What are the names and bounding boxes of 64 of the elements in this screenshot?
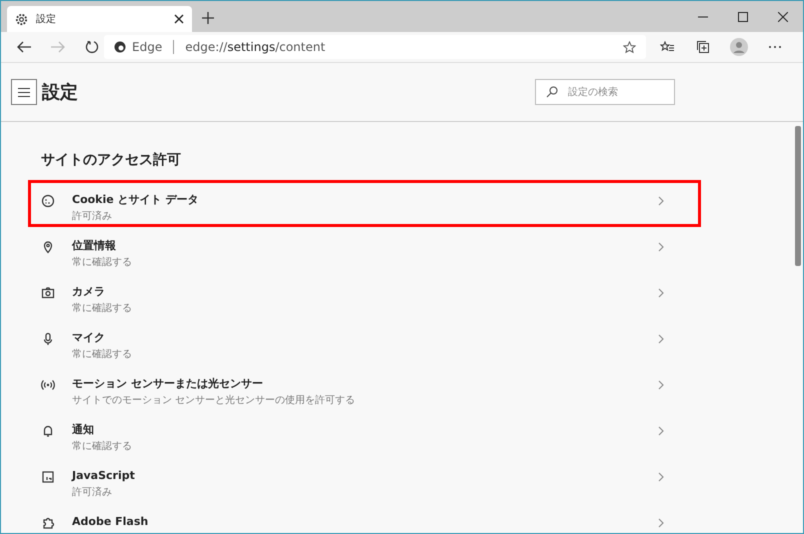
- browser-tab[interactable]: 設定: [7, 6, 192, 32]
- item-title: 通知: [72, 423, 95, 437]
- chevron-right-icon: [658, 426, 664, 436]
- collections-icon[interactable]: [696, 40, 710, 54]
- item-title: マイク: [72, 331, 106, 345]
- site-label: Edge: [132, 40, 162, 54]
- camera-icon: [41, 286, 55, 300]
- profile-avatar-icon[interactable]: [730, 38, 748, 56]
- chevron-right-icon: [658, 196, 664, 206]
- item-status: 常に確認する: [72, 257, 133, 269]
- star-icon[interactable]: [623, 40, 636, 54]
- settings-item[interactable]: 通知 常に確認する: [28, 410, 701, 457]
- settings-item[interactable]: 位置情報 常に確認する: [28, 226, 701, 273]
- settings-item[interactable]: JavaScript 許可済み: [28, 456, 701, 503]
- menu-button[interactable]: [11, 79, 37, 105]
- location-pin-icon: [41, 240, 55, 254]
- browser-logo-icon: [114, 41, 126, 53]
- settings-item[interactable]: Adobe Flash: [28, 502, 701, 533]
- more-icon[interactable]: [768, 45, 782, 49]
- sensor-waves-icon: [41, 378, 55, 392]
- item-status: 許可済み: [72, 487, 113, 499]
- puzzle-icon: [41, 516, 55, 530]
- chevron-right-icon: [658, 472, 664, 482]
- item-title: 位置情報: [72, 239, 117, 253]
- search-icon: [546, 86, 558, 98]
- address-bar[interactable]: Edge edge://settings/content: [104, 35, 646, 59]
- settings-item[interactable]: カメラ 常に確認する: [28, 272, 701, 319]
- item-title: Adobe Flash: [72, 515, 150, 529]
- close-icon[interactable]: [174, 14, 184, 24]
- chevron-right-icon: [658, 242, 664, 252]
- settings-icon: [15, 12, 28, 26]
- item-status: 常に確認する: [72, 441, 133, 453]
- settings-item[interactable]: マイク 常に確認する: [28, 318, 701, 365]
- back-arrow-icon[interactable]: [17, 41, 31, 53]
- favorites-icon[interactable]: [660, 40, 674, 54]
- menu-icon: [18, 88, 30, 96]
- new-tab-icon[interactable]: [202, 12, 214, 24]
- scrollbar-thumb[interactable]: [795, 126, 801, 266]
- refresh-icon[interactable]: [85, 40, 99, 54]
- item-title: カメラ: [72, 285, 106, 299]
- item-status: サイトでのモーション センサーと光センサーの使用を許可する: [72, 395, 356, 407]
- script-file-icon: [41, 470, 55, 484]
- settings-item[interactable]: モーション センサーまたは光センサー サイトでのモーション センサーと光センサーの使用を許可する: [28, 364, 701, 411]
- bell-icon: [41, 424, 55, 438]
- item-status: 常に確認する: [72, 349, 133, 361]
- microphone-icon: [41, 332, 55, 346]
- chevron-right-icon: [658, 288, 664, 298]
- chevron-right-icon: [658, 380, 664, 390]
- section-heading: サイトのアクセス許可: [40, 151, 182, 170]
- cookie-icon: [41, 194, 55, 208]
- tab-title: 設定: [36, 12, 57, 26]
- item-title: JavaScript: [72, 469, 136, 483]
- settings-item[interactable]: Cookie とサイト データ 許可済み: [28, 180, 701, 227]
- item-title: Cookie とサイト データ: [72, 193, 200, 207]
- chevron-right-icon: [658, 334, 664, 344]
- maximize-icon[interactable]: [738, 12, 748, 22]
- close-icon[interactable]: [778, 12, 788, 22]
- item-title: モーション センサーまたは光センサー: [72, 377, 264, 391]
- item-status: 常に確認する: [72, 303, 133, 315]
- search-field[interactable]: 設定の検索: [535, 79, 675, 105]
- page-title: 設定: [42, 81, 78, 104]
- chevron-right-icon: [658, 518, 664, 528]
- item-status: 許可済み: [72, 211, 113, 223]
- url-text: edge://settings/content: [185, 40, 326, 54]
